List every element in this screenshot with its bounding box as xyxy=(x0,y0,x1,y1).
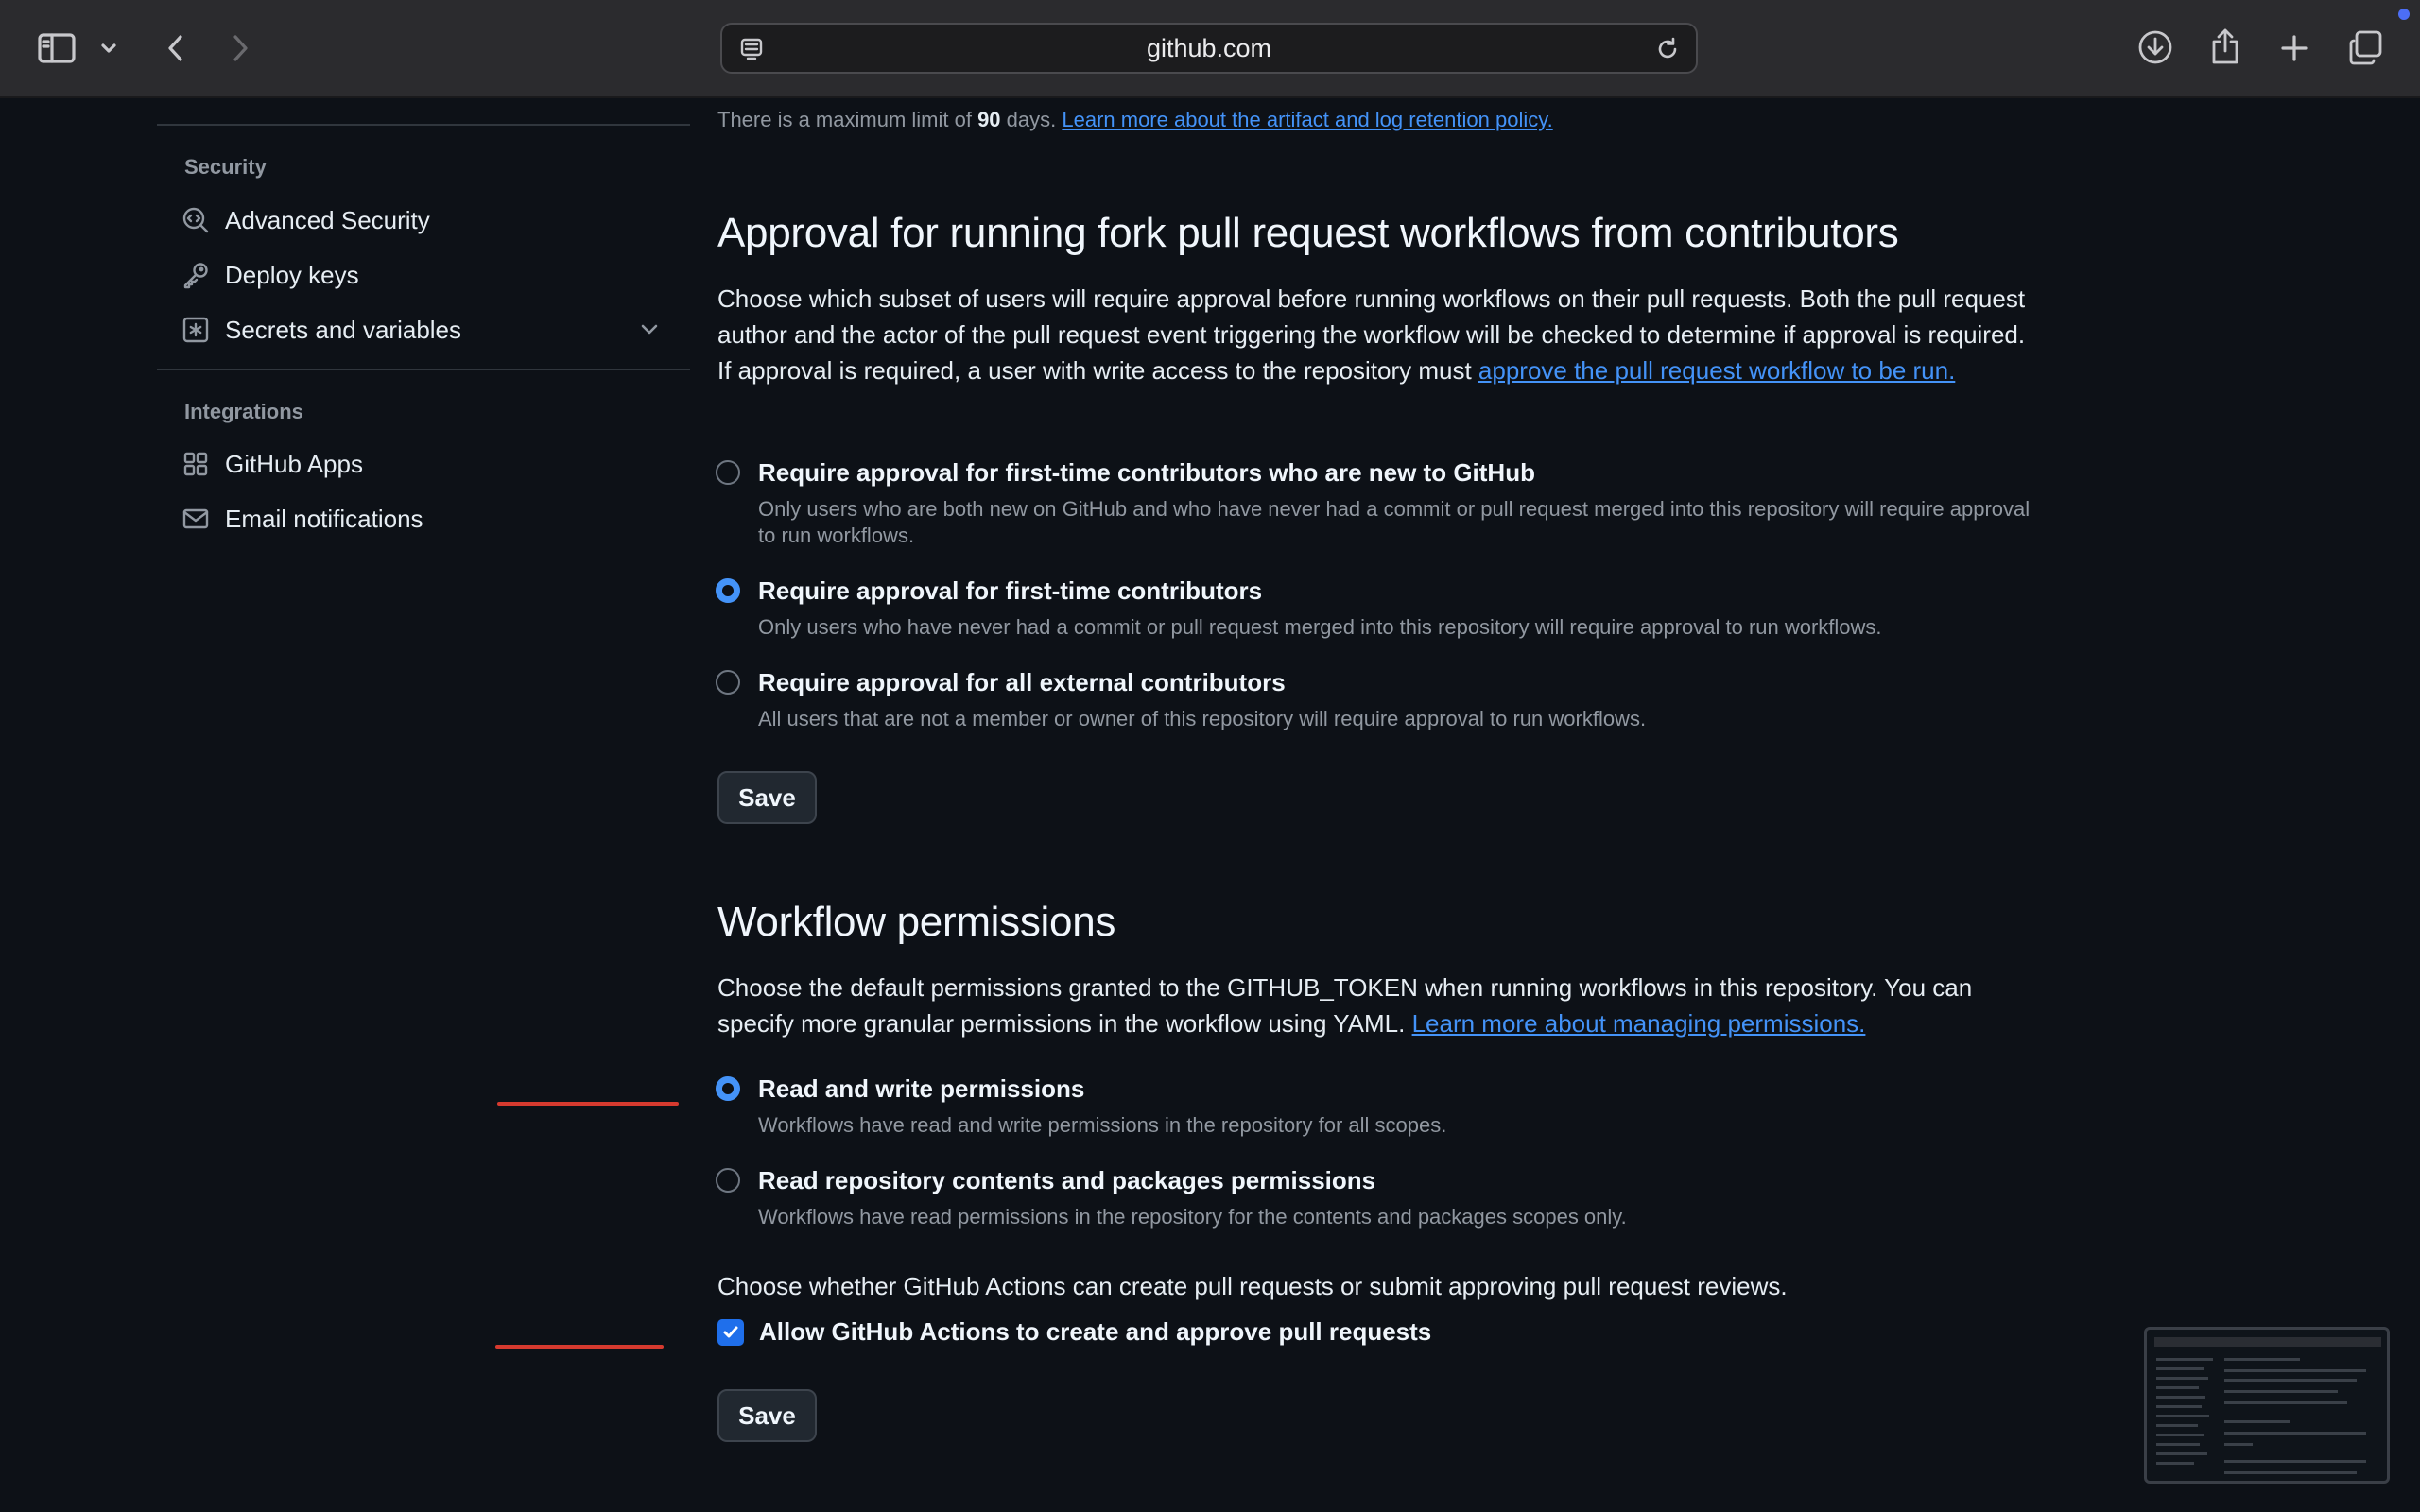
workflow-permissions-save-button[interactable]: Save xyxy=(717,1389,817,1442)
tab-group-dropdown[interactable] xyxy=(95,34,123,62)
sidebar-item-deploy-keys[interactable]: Deploy keys xyxy=(180,253,671,297)
sidebar-item-label: Secrets and variables xyxy=(225,315,462,344)
option-title: Read repository contents and packages pe… xyxy=(758,1166,1376,1194)
radio-button[interactable] xyxy=(716,670,740,695)
option-description: Only users who are both new on GitHub an… xyxy=(758,497,2031,547)
tabs-icon xyxy=(2349,30,2382,65)
back-button[interactable] xyxy=(157,28,195,68)
chevron-right-icon xyxy=(233,35,248,61)
option-title: Read and write permissions xyxy=(758,1074,1085,1103)
sidebar-item-label: GitHub Apps xyxy=(225,449,363,478)
tab-overview-button[interactable] xyxy=(2344,26,2386,68)
share-icon xyxy=(2212,28,2238,64)
chevron-down-icon xyxy=(101,43,116,53)
option-description: Workflows have read and write permission… xyxy=(758,1113,1447,1137)
share-button[interactable] xyxy=(2204,25,2246,68)
annotation-underline xyxy=(495,1345,664,1349)
key-icon xyxy=(180,259,212,291)
fork-approval-save-button[interactable]: Save xyxy=(717,771,817,824)
browser-toolbar: github.com xyxy=(0,0,2420,98)
checkmark-icon xyxy=(723,1326,738,1338)
retention-days: 90 xyxy=(977,108,1001,131)
sidebar-divider xyxy=(157,124,690,126)
radio-button-selected[interactable] xyxy=(716,1076,740,1101)
mail-icon xyxy=(180,503,212,535)
codescan-icon xyxy=(180,204,212,236)
option-description: Only users who have never had a commit o… xyxy=(758,615,1882,639)
downloads-button[interactable] xyxy=(2135,26,2176,68)
notification-dot xyxy=(2398,9,2410,20)
sidebar-item-advanced-security[interactable]: Advanced Security xyxy=(180,198,671,242)
apps-icon xyxy=(180,448,212,480)
new-tab-button[interactable] xyxy=(2274,28,2314,68)
annotation-underline xyxy=(497,1102,679,1106)
pr-permission-prompt: Choose whether GitHub Actions can create… xyxy=(717,1272,1788,1300)
sidebar-icon xyxy=(38,33,76,63)
plus-icon xyxy=(2281,35,2308,61)
address-bar[interactable]: github.com xyxy=(720,23,1698,74)
fork-approval-description: Choose which subset of users will requir… xyxy=(717,284,2026,385)
reload-icon xyxy=(1658,37,1677,59)
sidebar-heading-security: Security xyxy=(184,155,267,179)
radio-button[interactable] xyxy=(716,1168,740,1193)
sidebar-item-label: Deploy keys xyxy=(225,260,359,289)
option-title: Require approval for all external contri… xyxy=(758,668,1286,696)
allow-pr-checkbox[interactable] xyxy=(717,1319,744,1346)
sidebar-toggle-button[interactable] xyxy=(34,28,79,68)
download-icon xyxy=(2138,30,2172,64)
sidebar-item-label: Email notifications xyxy=(225,504,424,533)
sidebar-divider xyxy=(157,369,690,370)
sidebar-item-secrets-and-variables[interactable]: Secrets and variables xyxy=(180,308,671,352)
managing-permissions-link[interactable]: Learn more about managing permissions. xyxy=(1412,1009,1866,1038)
chevron-left-icon xyxy=(168,35,182,61)
forward-button[interactable] xyxy=(221,28,259,68)
fork-approval-heading: Approval for running fork pull request w… xyxy=(717,210,1899,256)
sidebar-item-label: Advanced Security xyxy=(225,205,430,234)
radio-button[interactable] xyxy=(716,460,740,485)
sidebar-item-github-apps[interactable]: GitHub Apps xyxy=(180,442,671,486)
chevron-down-icon[interactable] xyxy=(637,318,662,347)
radio-button-selected[interactable] xyxy=(716,578,740,603)
option-title: Require approval for first-time contribu… xyxy=(758,576,1263,605)
asterisk-icon xyxy=(180,314,212,346)
approve-workflow-link[interactable]: approve the pull request workflow to be … xyxy=(1478,356,1955,385)
reload-button[interactable] xyxy=(1652,35,1683,63)
allow-pr-checkbox-label[interactable]: Allow GitHub Actions to create and appro… xyxy=(759,1317,1431,1347)
option-description: Workflows have read permissions in the r… xyxy=(758,1205,1627,1228)
address-url: github.com xyxy=(1146,33,1272,62)
retention-note: There is a maximum limit of 90 days. Lea… xyxy=(717,108,1553,131)
workflow-permissions-heading: Workflow permissions xyxy=(717,899,1116,945)
screenshot-thumbnail[interactable] xyxy=(2144,1327,2390,1484)
option-title: Require approval for first-time contribu… xyxy=(758,458,1535,487)
workflow-permissions-description: Choose the default permissions granted t… xyxy=(717,973,1973,1038)
sidebar-item-email-notifications[interactable]: Email notifications xyxy=(180,497,671,541)
retention-policy-link[interactable]: Learn more about the artifact and log re… xyxy=(1062,108,1552,131)
sidebar-heading-integrations: Integrations xyxy=(184,400,303,423)
option-description: All users that are not a member or owner… xyxy=(758,707,1647,730)
